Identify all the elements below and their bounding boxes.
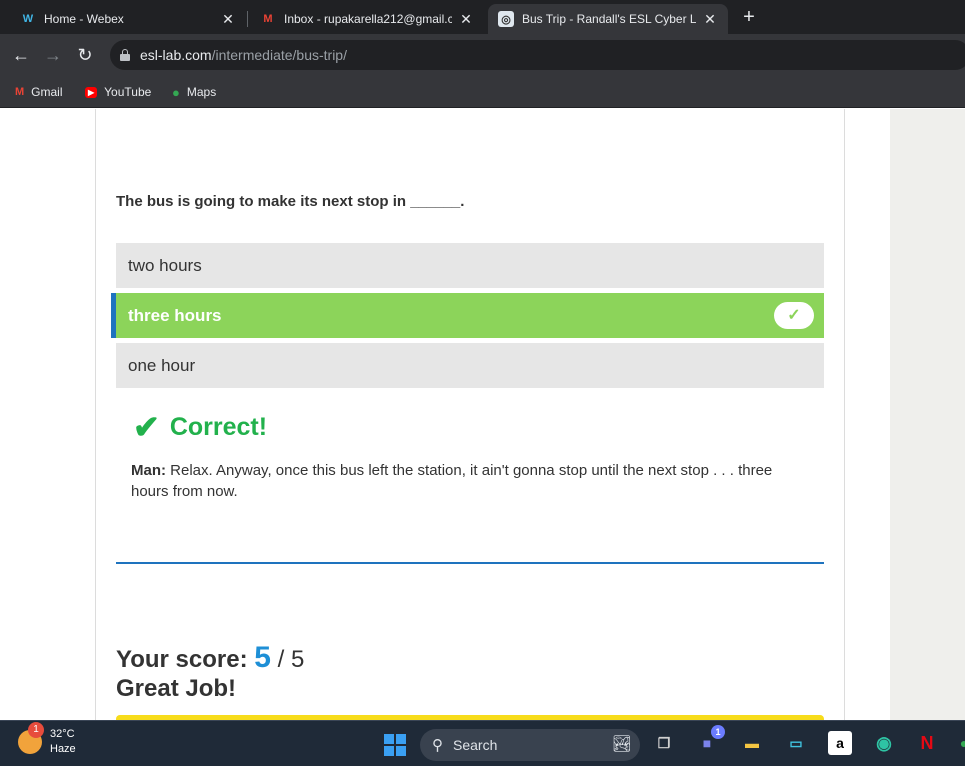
file-explorer-icon[interactable]: ▬ [740,731,764,755]
section-divider [116,562,824,564]
answer-option-two-hours[interactable]: two hours [116,243,824,288]
bookmark-label: YouTube [104,85,152,99]
store-icon[interactable]: ▭ [784,731,808,755]
weather-temp: 32°C [50,728,75,740]
bookmark-maps[interactable]: ● Maps [172,82,216,102]
youtube-icon: ▶ [85,86,98,98]
checkmark-icon: ✔ [133,409,160,445]
feedback-body: Relax. Anyway, once this bus left the st… [131,462,773,500]
answer-option-three-hours[interactable]: three hours ✓ [111,293,824,338]
content-border-right [844,109,845,720]
answer-label: one hour [128,355,196,375]
answer-label: three hours [128,305,222,325]
feedback-explanation: Man: Relax. Anyway, once this bus left t… [131,460,811,502]
edge-icon[interactable]: ◉ [872,731,896,755]
teams-icon[interactable]: ■ 1 [695,725,725,755]
tab-title: Bus Trip - Randall's ESL Cyber Lis [522,12,696,26]
forward-arrow-icon[interactable]: → [40,42,66,68]
weather-widget[interactable]: 1 32°C Haze [18,722,76,757]
gmail-icon: M [15,86,25,98]
tab-webex[interactable]: W Home - Webex ✕ [10,4,246,34]
browser-toolbar: ← → ↻ esl-lab.com/intermediate/bus-trip/ [0,34,965,76]
tab-bus-trip[interactable]: ◎ Bus Trip - Randall's ESL Cyber Lis ✕ [488,4,728,34]
teams-badge: 1 [711,725,725,739]
feedback-speaker: Man: [131,462,166,479]
url-path: /intermediate/bus-trip/ [211,47,347,63]
tab-title: Inbox - rupakarella212@gmail.c [284,12,452,26]
taskbar-search[interactable]: ⚲ Search 🏞 [420,729,640,761]
esl-lab-icon: ◎ [498,11,514,27]
answer-label: two hours [128,255,202,275]
netflix-icon[interactable]: N [915,731,939,755]
notification-badge: 1 [28,722,44,738]
score-label: Your score: [116,646,248,673]
address-bar[interactable]: esl-lab.com/intermediate/bus-trip/ [110,40,965,70]
bookmark-label: Maps [186,85,217,99]
windows-start-icon[interactable] [384,734,406,756]
back-arrow-icon[interactable]: ← [8,42,34,68]
task-view-icon[interactable]: ❐ [652,731,676,755]
close-icon[interactable]: ✕ [220,11,236,28]
score-line: Your score: 5 / 5 [116,641,304,675]
search-highlight-icon: 🏞 [611,736,632,753]
chrome-icon[interactable]: ● [952,731,965,755]
feedback-header: ✔ Correct! [133,411,267,443]
maps-pin-icon: ● [172,84,180,100]
url-domain: esl-lab.com [140,47,212,63]
webex-icon: W [22,13,34,25]
reload-icon[interactable]: ↻ [72,42,98,68]
check-icon: ✓ [774,302,814,329]
score-value: 5 [254,641,271,674]
address-url: esl-lab.com/intermediate/bus-trip/ [140,47,347,63]
search-placeholder: Search [453,737,498,753]
gmail-icon: M [263,13,273,25]
lock-icon [120,49,130,61]
bookmark-youtube[interactable]: ▶ YouTube [85,82,151,102]
weather-desc: Haze [50,743,76,755]
search-icon: ⚲ [432,737,443,754]
feedback-title: Correct! [169,412,268,441]
browser-tab-strip: W Home - Webex ✕ M Inbox - rupakarella21… [0,0,965,34]
answer-option-one-hour[interactable]: one hour [116,343,824,388]
bookmark-gmail[interactable]: M Gmail [15,82,63,102]
close-icon[interactable]: ✕ [458,11,474,28]
bookmarks-bar: M Gmail ▶ YouTube ● Maps [0,76,965,108]
tab-gmail[interactable]: M Inbox - rupakarella212@gmail.c ✕ [250,4,484,34]
score-message: Great Job! [116,675,237,702]
right-gutter [890,109,965,720]
weather-sun-icon: 1 [18,722,44,754]
page-content: The bus is going to make its next stop i… [0,109,965,720]
score-total: / 5 [277,646,305,673]
close-icon[interactable]: ✕ [702,11,718,28]
new-tab-button[interactable]: + [737,6,761,30]
tab-title: Home - Webex [44,12,124,26]
windows-taskbar: 1 32°C Haze ⚲ Search 🏞 ❐ ■ 1 ▬ ▭ a ◉ N ● [0,720,965,766]
bookmark-label: Gmail [31,85,63,99]
quiz-question: The bus is going to make its next stop i… [116,193,465,210]
content-border-left [95,109,96,720]
amazon-icon[interactable]: a [828,731,852,755]
tab-separator [247,11,248,27]
